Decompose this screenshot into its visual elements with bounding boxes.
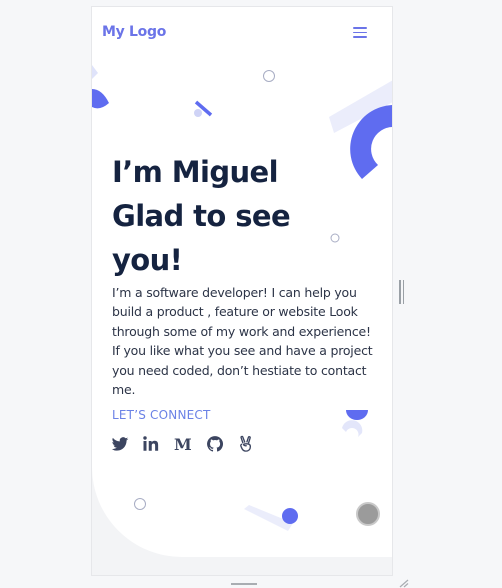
angellist-glyph: [240, 435, 252, 452]
medium-icon[interactable]: M: [174, 435, 192, 454]
hamburger-menu-icon[interactable]: [353, 27, 367, 39]
github-icon[interactable]: [206, 435, 224, 453]
decor-ring-small: [263, 70, 275, 82]
decor-light-arc: [342, 420, 363, 437]
menu-bar-bottom: [353, 36, 367, 38]
resize-grip-line-right: [402, 280, 404, 304]
twitter-icon[interactable]: [111, 435, 129, 453]
scroll-to-top-button[interactable]: [356, 502, 380, 526]
menu-bar-middle: [353, 31, 367, 34]
hero-title-line-3: you!: [112, 243, 183, 277]
background-decorations: [92, 65, 392, 531]
twitter-glyph: [111, 437, 129, 451]
navbar: My Logo: [92, 7, 392, 62]
hero-title: I’m Miguel Glad to see you!: [112, 150, 372, 282]
lets-connect-link[interactable]: LET’S CONNECT: [112, 408, 211, 422]
hero-title-line-2: Glad to see: [112, 199, 291, 233]
portfolio-page: My Logo I’m Miguel Glad to see you! I’m …: [92, 7, 392, 557]
decor-half-disc-right: [346, 410, 368, 420]
viewport: My Logo I’m Miguel Glad to see you! I’m …: [0, 0, 502, 588]
corner-resize-handle[interactable]: [398, 578, 410, 588]
medium-glyph: M: [174, 435, 192, 454]
decor-light-wedge: [92, 65, 98, 79]
decor-dot-light: [194, 109, 202, 117]
decor-dot-blue: [282, 508, 298, 524]
decor-half-disc-fill: [92, 89, 109, 109]
linkedin-icon[interactable]: [142, 435, 160, 453]
angellist-icon[interactable]: [237, 435, 255, 453]
hero-title-line-1: I’m Miguel: [112, 155, 279, 189]
hero-description: I’m a software developer! I can help you…: [112, 285, 373, 398]
responsive-device-frame: My Logo I’m Miguel Glad to see you! I’m …: [91, 6, 393, 576]
menu-bar-top: [353, 27, 367, 29]
github-glyph: [207, 436, 224, 452]
resize-grip-line-left: [399, 280, 401, 304]
height-resize-handle[interactable]: [231, 583, 257, 585]
width-resize-handle[interactable]: [399, 280, 405, 304]
linkedin-glyph: [143, 436, 159, 451]
site-logo[interactable]: My Logo: [102, 24, 166, 40]
decor-ring-bottom: [134, 498, 146, 510]
